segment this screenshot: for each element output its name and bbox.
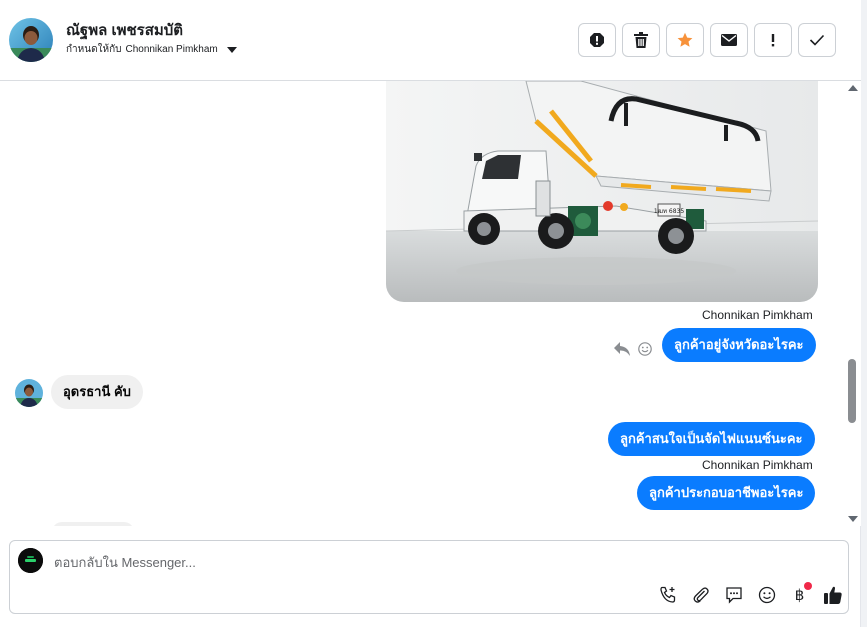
exclamation-icon [771, 34, 775, 47]
assignee-selector[interactable]: กำหนดให้กับ Chonnikan Pimkham [66, 42, 237, 57]
truck-photo-attachment[interactable]: 1ฒท 6835 [386, 81, 818, 302]
thumbs-up-icon [823, 586, 842, 604]
baht-icon: ฿ [794, 585, 805, 604]
scrollbar-thumb[interactable] [848, 359, 856, 423]
react-emoji-icon[interactable] [638, 342, 652, 356]
license-plate-text: 1ฒท 6835 [654, 208, 685, 215]
sender-label: Chonnikan Pimkham [702, 458, 813, 472]
chat-bubble-icon [725, 586, 742, 604]
alert-circle-icon [590, 33, 604, 47]
mark-unread-button[interactable] [710, 23, 748, 57]
like-button[interactable] [820, 582, 845, 607]
phone-plus-icon [659, 586, 675, 603]
outgoing-message[interactable]: ลูกค้าประกอบอาชีพอะไรคะ [637, 476, 816, 510]
star-icon [677, 32, 693, 47]
incoming-message-partial [52, 522, 134, 526]
paperclip-icon [693, 586, 709, 603]
check-icon [809, 34, 825, 46]
emoji-button[interactable] [754, 582, 779, 607]
composer-tools: ฿ [655, 582, 845, 607]
follow-up-button[interactable] [754, 23, 792, 57]
contact-avatar-small[interactable] [15, 379, 43, 407]
outgoing-message[interactable]: ลูกค้าสนใจเป็นจัดไฟแนนซ์นะคะ [608, 422, 815, 456]
notification-dot [804, 582, 812, 590]
conversation-toolbar [578, 23, 836, 57]
message-thread[interactable]: 1ฒท 6835 Chonnikan Pimkham ลูกค้าอยู่จัง… [0, 81, 845, 526]
smiley-icon [758, 586, 775, 603]
delete-button[interactable] [622, 23, 660, 57]
call-button[interactable] [655, 582, 680, 607]
star-button[interactable] [666, 23, 704, 57]
caret-down-icon [226, 46, 237, 53]
reply-input[interactable] [54, 551, 654, 573]
scroll-down-arrow-icon[interactable] [848, 516, 858, 522]
conversation-header: ณัฐพล เพชรสมบัติ กำหนดให้กับ Chonnikan P… [0, 0, 861, 81]
page-avatar [18, 548, 43, 573]
scroll-up-arrow-icon[interactable] [848, 85, 858, 91]
payment-button[interactable]: ฿ [787, 582, 812, 607]
contact-avatar[interactable] [9, 18, 53, 62]
assign-prefix: กำหนดให้กับ [66, 44, 122, 55]
saved-replies-button[interactable] [721, 582, 746, 607]
mark-done-button[interactable] [798, 23, 836, 57]
assignee-name: Chonnikan Pimkham [125, 44, 218, 55]
outgoing-message[interactable]: ลูกค้าอยู่จังหวัดอะไรคะ [662, 328, 816, 362]
inbox-conversation-panel: ณัฐพล เพชรสมบัติ กำหนดให้กับ Chonnikan P… [0, 0, 861, 627]
reply-icon[interactable] [614, 342, 630, 356]
message-hover-actions [614, 342, 652, 356]
thread-scrollbar[interactable] [845, 81, 861, 526]
contact-name: ณัฐพล เพชรสมบัติ [66, 22, 183, 39]
spam-button[interactable] [578, 23, 616, 57]
message-composer: ฿ [9, 540, 849, 614]
envelope-icon [721, 34, 737, 46]
sender-label: Chonnikan Pimkham [702, 308, 813, 322]
attach-button[interactable] [688, 582, 713, 607]
incoming-message[interactable]: อุดรธานี คับ [51, 375, 143, 409]
trash-icon [634, 32, 648, 48]
